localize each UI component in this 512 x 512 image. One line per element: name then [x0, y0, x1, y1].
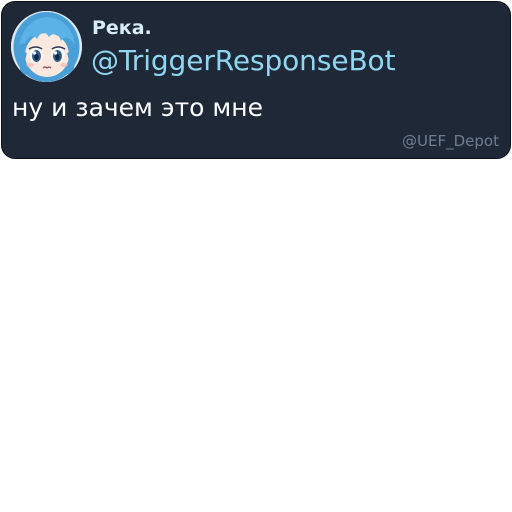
post-message: ну и зачем это мне	[12, 93, 263, 122]
anime-girl-avatar-icon[interactable]	[11, 11, 82, 82]
post-card: Река. @TriggerResponseBot ну и зачем это…	[1, 1, 511, 159]
user-handle[interactable]: @TriggerResponseBot	[91, 44, 396, 77]
watermark: @UEF_Depot	[402, 132, 499, 150]
display-name[interactable]: Река.	[92, 17, 152, 39]
